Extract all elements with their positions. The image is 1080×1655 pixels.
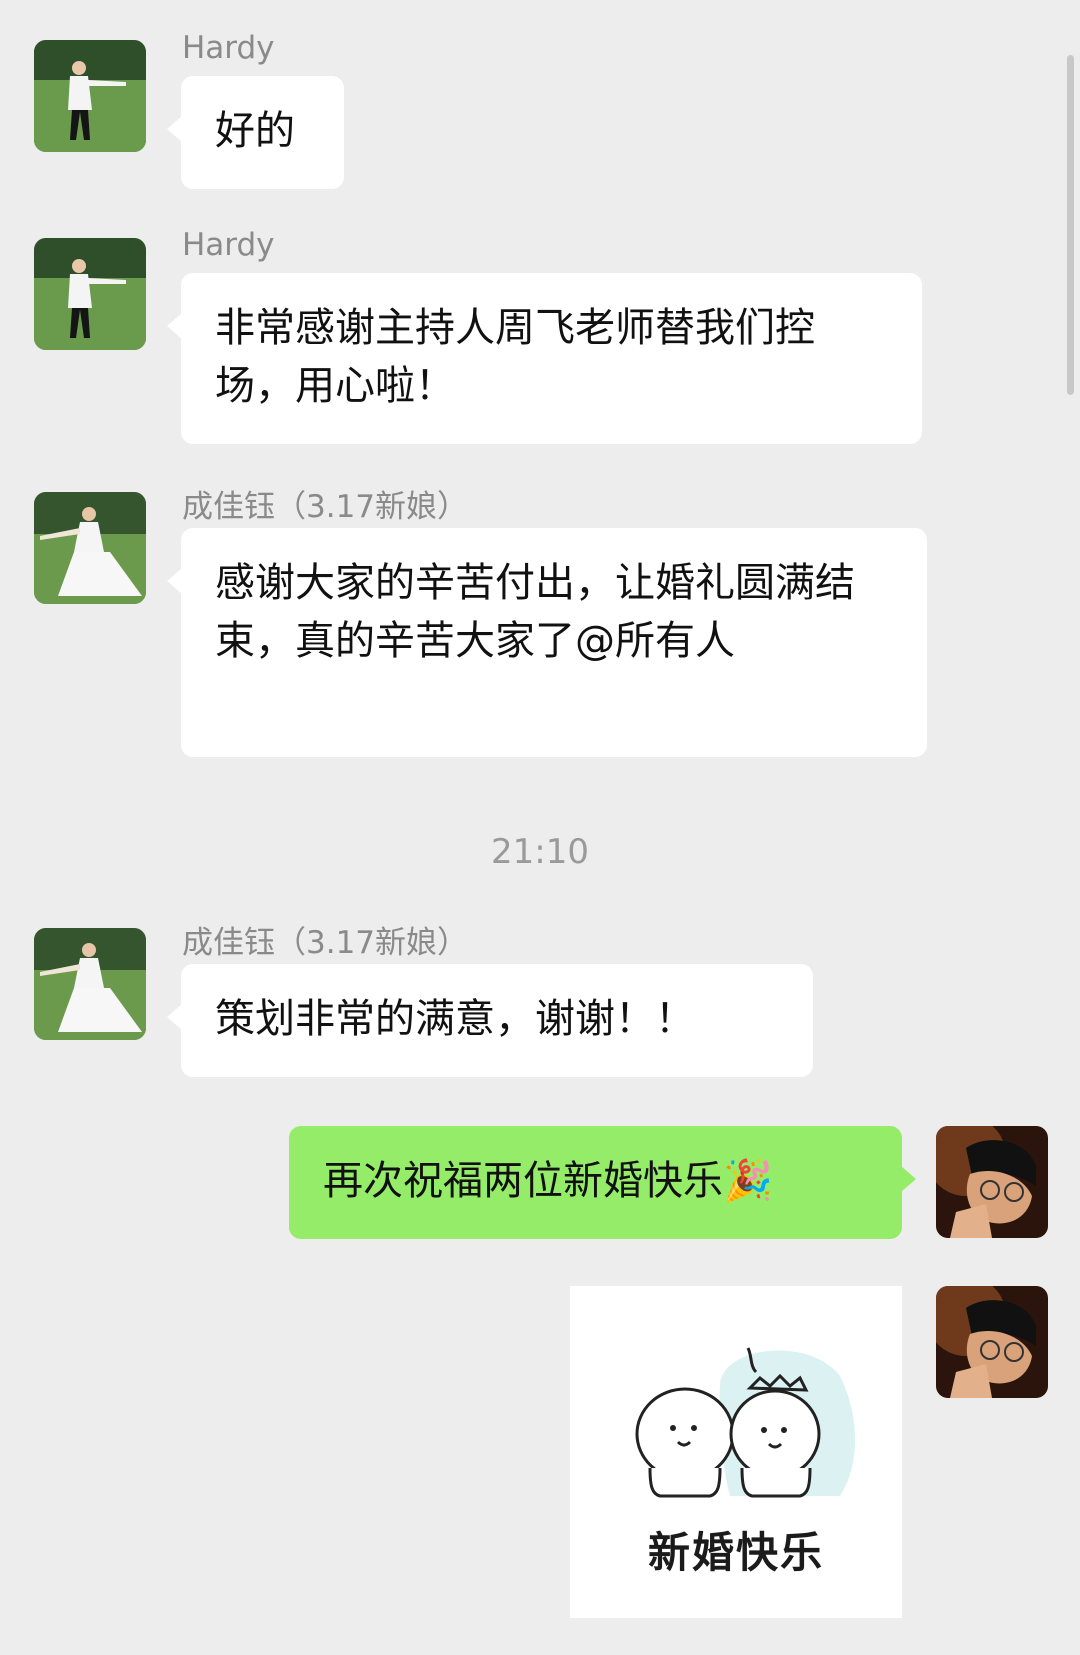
sender-name: 成佳钰（3.17新娘） bbox=[182, 489, 469, 525]
message-text: 好的 bbox=[215, 108, 295, 154]
sender-name: Hardy bbox=[182, 227, 275, 263]
message-bubble[interactable]: 策划非常的满意，谢谢！！ bbox=[167, 964, 813, 1077]
message-text: 感谢大家的辛苦付出，让婚礼圆满结束，真的辛苦大家了@所有人 bbox=[215, 560, 855, 664]
sender-name: Hardy bbox=[182, 30, 275, 66]
groom-photo-avatar bbox=[34, 40, 146, 152]
scrollbar[interactable] bbox=[1067, 55, 1074, 395]
message-bubble[interactable]: 非常感谢主持人周飞老师替我们控场，用心啦！ bbox=[167, 273, 922, 444]
sticker-message[interactable]: 新婚快乐 bbox=[570, 1286, 902, 1618]
avatar-hardy[interactable] bbox=[34, 40, 146, 152]
bride-photo-avatar bbox=[34, 492, 146, 604]
bride-photo-avatar bbox=[34, 928, 146, 1040]
message-text: 非常感谢主持人周飞老师替我们控场，用心啦！ bbox=[215, 305, 815, 409]
groom-photo-avatar bbox=[34, 238, 146, 350]
avatar-self[interactable] bbox=[936, 1286, 1048, 1398]
self-photo-avatar bbox=[936, 1286, 1048, 1398]
message-bubble-outgoing[interactable]: 再次祝福两位新婚快乐🎉 bbox=[289, 1126, 916, 1239]
avatar-bride[interactable] bbox=[34, 928, 146, 1040]
party-popper-icon: 🎉 bbox=[723, 1158, 773, 1204]
message-bubble[interactable]: 感谢大家的辛苦付出，让婚礼圆满结束，真的辛苦大家了@所有人 bbox=[167, 528, 927, 757]
sender-name: 成佳钰（3.17新娘） bbox=[182, 925, 469, 961]
avatar-self[interactable] bbox=[936, 1126, 1048, 1238]
message-text: 再次祝福两位新婚快乐 bbox=[323, 1158, 723, 1204]
self-photo-avatar bbox=[936, 1126, 1048, 1238]
timestamp: 21:10 bbox=[491, 832, 589, 872]
message-bubble[interactable]: 好的 bbox=[167, 76, 344, 189]
avatar-hardy[interactable] bbox=[34, 238, 146, 350]
message-text: 策划非常的满意，谢谢！！ bbox=[215, 996, 695, 1042]
avatar-bride[interactable] bbox=[34, 492, 146, 604]
sticker-caption: 新婚快乐 bbox=[647, 1528, 824, 1577]
